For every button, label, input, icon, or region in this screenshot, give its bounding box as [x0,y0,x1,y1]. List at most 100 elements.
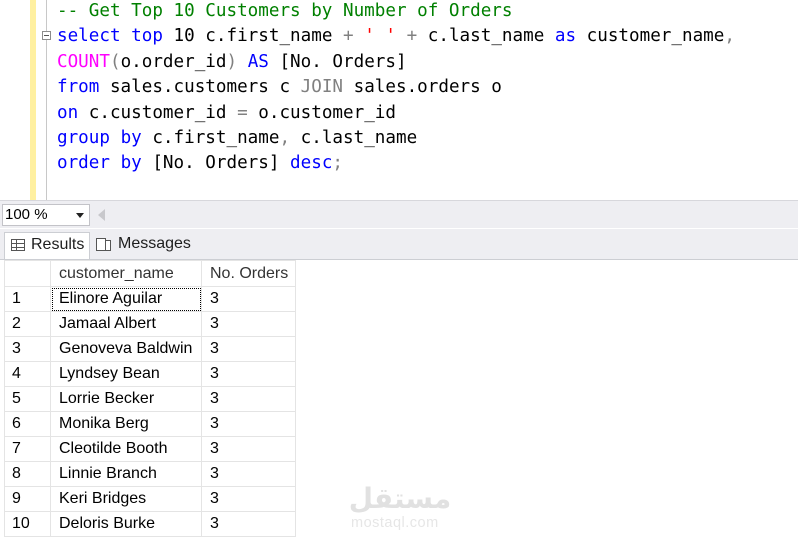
table-row[interactable]: 10 Deloris Burke 3 [4,511,296,537]
zoom-value: 100 % [5,206,48,223]
customer-name-cell[interactable]: Elinore Aguilar [50,286,202,312]
code-token: by [120,153,142,174]
no-orders-cell[interactable]: 3 [201,511,296,537]
customer-name-cell[interactable]: Monika Berg [50,411,202,437]
no-orders-cell[interactable]: 3 [201,336,296,362]
code-token: , [724,26,735,47]
results-tabbar: Results Messages [0,229,798,259]
table-row[interactable]: 4 Lyndsey Bean 3 [4,361,296,387]
row-number-cell[interactable]: 7 [4,436,51,462]
code-token: select [57,26,121,47]
no-orders-cell[interactable]: 3 [201,311,296,337]
row-number-cell[interactable]: 9 [4,486,51,512]
customer-name-cell[interactable]: Cleotilde Booth [50,436,202,462]
code-line[interactable]: COUNT(o.order_id) AS [No. Orders] [57,51,407,76]
code-token: by [120,128,142,148]
code-token: from [57,77,100,98]
code-token: o.customer_id [247,102,396,123]
code-token: [No. Orders] [268,51,407,72]
code-token: c.last_name [417,26,555,47]
outline-margin [46,0,47,200]
no-orders-cell[interactable]: 3 [201,361,296,387]
row-number-cell[interactable]: 10 [4,511,51,537]
code-line[interactable]: order by [No. Orders] desc; [57,152,343,177]
customer-name-cell[interactable]: Deloris Burke [50,511,202,537]
code-line[interactable]: from sales.customers c JOIN sales.orders… [57,76,502,101]
row-number-cell[interactable]: 8 [4,461,51,487]
row-number-cell[interactable]: 3 [4,336,51,362]
code-token: o.order_id [120,51,227,72]
customer-name-cell[interactable]: Linnie Branch [50,461,202,487]
row-number-cell[interactable]: 6 [4,411,51,437]
tab-messages[interactable]: Messages [92,232,195,259]
code-token: = [237,102,248,123]
chevron-down-icon [76,213,84,218]
watermark-text: mostaql.com [351,515,439,531]
no-orders-cell[interactable]: 3 [201,286,296,312]
code-token: ( [109,51,121,72]
tab-messages-label: Messages [118,235,191,252]
code-token: , [279,128,291,148]
table-row[interactable]: 8 Linnie Branch 3 [4,461,296,487]
code-token: [No. Orders] [141,153,291,174]
code-token: + [406,26,418,47]
code-token: as [554,26,577,47]
customer-name-cell[interactable]: Lyndsey Bean [50,361,202,387]
editor-status-toolbar: 100 % [0,200,798,228]
code-token: ) [226,51,238,72]
no-orders-cell[interactable]: 3 [201,436,296,462]
code-token: desc [290,153,333,174]
customer-name-cell[interactable]: Lorrie Becker [50,386,202,412]
code-token: c.first_name [141,128,280,148]
results-grid[interactable]: customer_name No. Orders 1 Elinore Aguila… [4,260,296,537]
row-number-header[interactable] [4,260,51,287]
tab-results-label: Results [31,236,85,253]
tab-results[interactable]: Results [4,232,90,259]
row-number-cell[interactable]: 5 [4,386,51,412]
table-row[interactable]: 1 Elinore Aguilar 3 [4,286,296,312]
code-token: + [343,26,354,47]
row-number-cell[interactable]: 1 [4,286,51,312]
customer-name-cell[interactable]: Jamaal Albert [50,311,202,337]
table-row[interactable]: 9 Keri Bridges 3 [4,486,296,512]
collapse-toggle-icon[interactable] [42,31,51,40]
code-token: customer_name [576,26,725,47]
code-token: order [57,153,110,174]
no-orders-cell[interactable]: 3 [201,386,296,412]
row-number-cell[interactable]: 2 [4,311,51,337]
change-tracking-margin [30,0,36,200]
code-token: AS [247,51,269,72]
customer-name-cell[interactable]: Keri Bridges [50,486,202,512]
code-line[interactable]: select top 10 c.first_name + ' ' + c.las… [57,25,735,50]
scroll-left-icon[interactable] [98,209,105,221]
row-number-cell[interactable]: 4 [4,361,51,387]
table-row[interactable]: 6 Monika Berg 3 [4,411,296,437]
code-line[interactable]: group by c.first_name, c.last_name [57,127,417,152]
grid-icon [11,239,25,251]
code-token: ' ' [364,26,396,47]
column-header-customer-name[interactable]: customer_name [50,260,202,287]
customer-name-cell[interactable]: Genoveva Baldwin [50,336,202,362]
zoom-dropdown[interactable]: 100 % [2,204,90,226]
table-row[interactable]: 5 Lorrie Becker 3 [4,386,296,412]
code-token: c.last_name [290,128,418,148]
code-line[interactable]: on c.customer_id = o.customer_id [57,102,396,127]
query-editor[interactable]: -- Get Top 10 Customers by Number of Ord… [0,0,798,200]
no-orders-cell[interactable]: 3 [201,486,296,512]
svg-text:مستقل: مستقل [350,482,450,515]
code-token: -- Get Top 10 Customers by Number of Ord… [57,1,513,21]
no-orders-cell[interactable]: 3 [201,461,296,487]
code-line[interactable]: -- Get Top 10 Customers by Number of Ord… [57,0,512,25]
table-row[interactable]: 7 Cleotilde Booth 3 [4,436,296,462]
table-row[interactable]: 2 Jamaal Albert 3 [4,311,296,337]
column-header-no-orders[interactable]: No. Orders [201,260,296,287]
no-orders-cell[interactable]: 3 [201,411,296,437]
code-token: on [57,102,79,123]
table-row[interactable]: 3 Genoveva Baldwin 3 [4,336,296,362]
